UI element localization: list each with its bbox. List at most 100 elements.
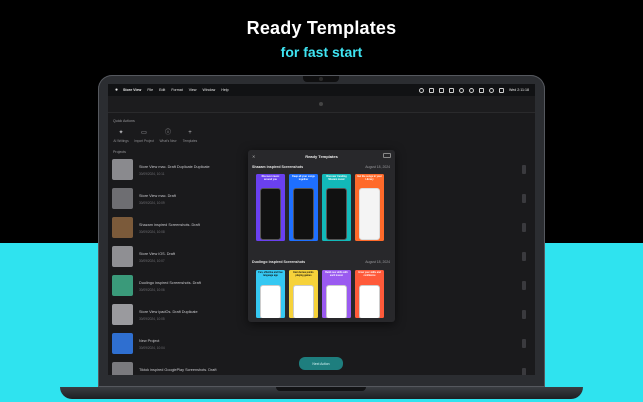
project-title: Store View mac. Draft: [139, 194, 176, 198]
template-card[interactable]: Keep all your songs together: [289, 174, 318, 241]
ready-templates-modal: ✕ Ready Templates Shazam inspired Screen…: [248, 150, 395, 322]
project-thumbnail: [112, 275, 133, 296]
project-thumbnail: [112, 304, 133, 325]
project-date: 30/09/2024, 10:09: [139, 201, 165, 205]
display-icon[interactable]: [438, 87, 444, 93]
moon-icon[interactable]: [458, 87, 464, 93]
template-card[interactable]: Discover trending Shazam music: [322, 174, 351, 241]
phone-mockup: [260, 188, 281, 240]
row-action-handle[interactable]: [522, 252, 526, 261]
phone-mockup: [293, 285, 314, 318]
project-row[interactable]: Tiktok inspired GooglePlay Screenshots. …: [112, 362, 312, 375]
project-row[interactable]: New Project 30/09/2024, 10:04: [112, 333, 312, 355]
project-thumbnail: [112, 217, 133, 238]
toolbar-indicator: [319, 102, 323, 106]
template-card[interactable]: Build new skills with each lesson: [322, 270, 351, 318]
template-group-title: Shazam inspired Screenshots: [252, 165, 304, 169]
modal-title: Ready Templates: [305, 154, 338, 159]
template-card[interactable]: Grow your skills and confidence: [355, 270, 384, 318]
template-card-caption: Earn bonus points playing games: [293, 272, 314, 277]
next-action-button[interactable]: Next Action: [299, 357, 343, 370]
projects-label: Projects: [113, 150, 126, 154]
project-date: 30/09/2024, 10:05: [139, 317, 165, 321]
menu-file[interactable]: File: [147, 88, 153, 92]
row-action-handle[interactable]: [522, 339, 526, 348]
control-center-icon[interactable]: [498, 87, 504, 93]
project-date: 30/09/2024, 10:06: [139, 288, 165, 292]
template-card-caption: Discover trending Shazam music: [326, 175, 347, 181]
row-action-handle[interactable]: [522, 194, 526, 203]
template-group-date: August 18, 2024: [365, 260, 390, 264]
row-action-handle[interactable]: [522, 165, 526, 174]
keyboard-icon[interactable]: [448, 87, 454, 93]
project-date: 30/09/2024, 10:11: [139, 172, 165, 176]
template-card[interactable]: Fun, effective and free language app: [256, 270, 285, 318]
template-card[interactable]: Get the songs in your Library: [355, 174, 384, 241]
window-toolbar: [108, 96, 535, 113]
camera: [319, 77, 323, 81]
menu-view[interactable]: View: [189, 88, 197, 92]
quick-action-templates[interactable]: + Templates: [177, 130, 203, 143]
quick-action-import[interactable]: ▭ Import Project: [131, 130, 157, 143]
template-card-caption: Discover music around you: [261, 175, 280, 181]
quick-action-label: Import Project: [134, 139, 154, 143]
template-card-caption: Grow your skills and confidence: [358, 272, 381, 277]
search-icon[interactable]: [488, 87, 494, 93]
clock-icon[interactable]: [468, 87, 474, 93]
laptop-screen: ● Store View File Edit Format View Windo…: [108, 84, 535, 375]
row-action-handle[interactable]: [522, 368, 526, 375]
template-group-date: August 18, 2024: [365, 165, 390, 169]
project-title: Store View iOS. Draft: [139, 252, 176, 256]
apple-icon[interactable]: ●: [114, 87, 119, 93]
project-date: 30/09/2024, 10:04: [139, 346, 165, 350]
row-action-handle[interactable]: [522, 281, 526, 290]
headline: Ready Templates: [246, 18, 397, 38]
menu-help[interactable]: Help: [221, 88, 228, 92]
phone-mockup: [326, 285, 347, 318]
row-action-handle[interactable]: [522, 223, 526, 232]
plus-icon: +: [188, 130, 192, 136]
template-card-caption: Get the songs in your Library: [357, 175, 382, 181]
status-icons: Wed 2:11:18: [418, 84, 529, 96]
phone-mockup: [359, 188, 380, 240]
phone-mockup: [293, 188, 314, 240]
project-date: 30/09/2024, 10:08: [139, 230, 165, 234]
quick-actions-label: Quick Actions: [113, 119, 135, 123]
phone-mockup: [359, 285, 380, 318]
sparkle-icon: ✦: [118, 130, 124, 136]
phone-mockup: [260, 285, 281, 318]
project-thumbnail: [112, 333, 133, 354]
modal-toggle-button[interactable]: [383, 153, 391, 158]
record-icon[interactable]: [418, 87, 424, 93]
project-date: 30/09/2024, 10:07: [139, 259, 165, 263]
template-card-caption: Fun, effective and free language app: [258, 272, 283, 277]
subheadline: for fast start: [280, 44, 363, 60]
menu-clock[interactable]: Wed 2:11:18: [509, 88, 529, 92]
template-card[interactable]: Earn bonus points playing games: [289, 270, 318, 318]
menu-format[interactable]: Format: [171, 88, 182, 92]
template-group-title: Duolingo inspired Screenshots: [252, 260, 306, 264]
laptop-base-lip: [276, 387, 366, 391]
template-card-caption: Build new skills with each lesson: [325, 272, 348, 277]
project-title: Tiktok inspired GooglePlay Screenshots. …: [139, 368, 217, 372]
battery-icon[interactable]: [428, 87, 434, 93]
quick-action-label: Templates: [182, 139, 198, 143]
row-action-handle[interactable]: [522, 310, 526, 319]
template-card[interactable]: Discover music around you: [256, 174, 285, 241]
project-title: Duolingo inspired Screenshots. Draft: [139, 281, 201, 285]
project-thumbnail: [112, 188, 133, 209]
project-thumbnail: [112, 362, 133, 375]
project-title: New Project: [139, 339, 160, 343]
project-thumbnail: [112, 246, 133, 267]
wifi-icon[interactable]: [478, 87, 484, 93]
project-title: Store View ipadOs. Draft Duplicate: [139, 310, 198, 314]
menu-edit[interactable]: Edit: [159, 88, 165, 92]
phone-mockup: [326, 188, 347, 240]
menu-window[interactable]: Window: [202, 88, 215, 92]
project-thumbnail: [112, 159, 133, 180]
template-card-caption: Keep all your songs together: [292, 175, 315, 181]
menu-app-name[interactable]: Store View: [123, 88, 141, 92]
import-icon: ▭: [141, 130, 147, 136]
info-icon: ⓘ: [164, 130, 171, 136]
project-title: Store View mac. Draft Duplicate Duplicat…: [139, 165, 210, 169]
